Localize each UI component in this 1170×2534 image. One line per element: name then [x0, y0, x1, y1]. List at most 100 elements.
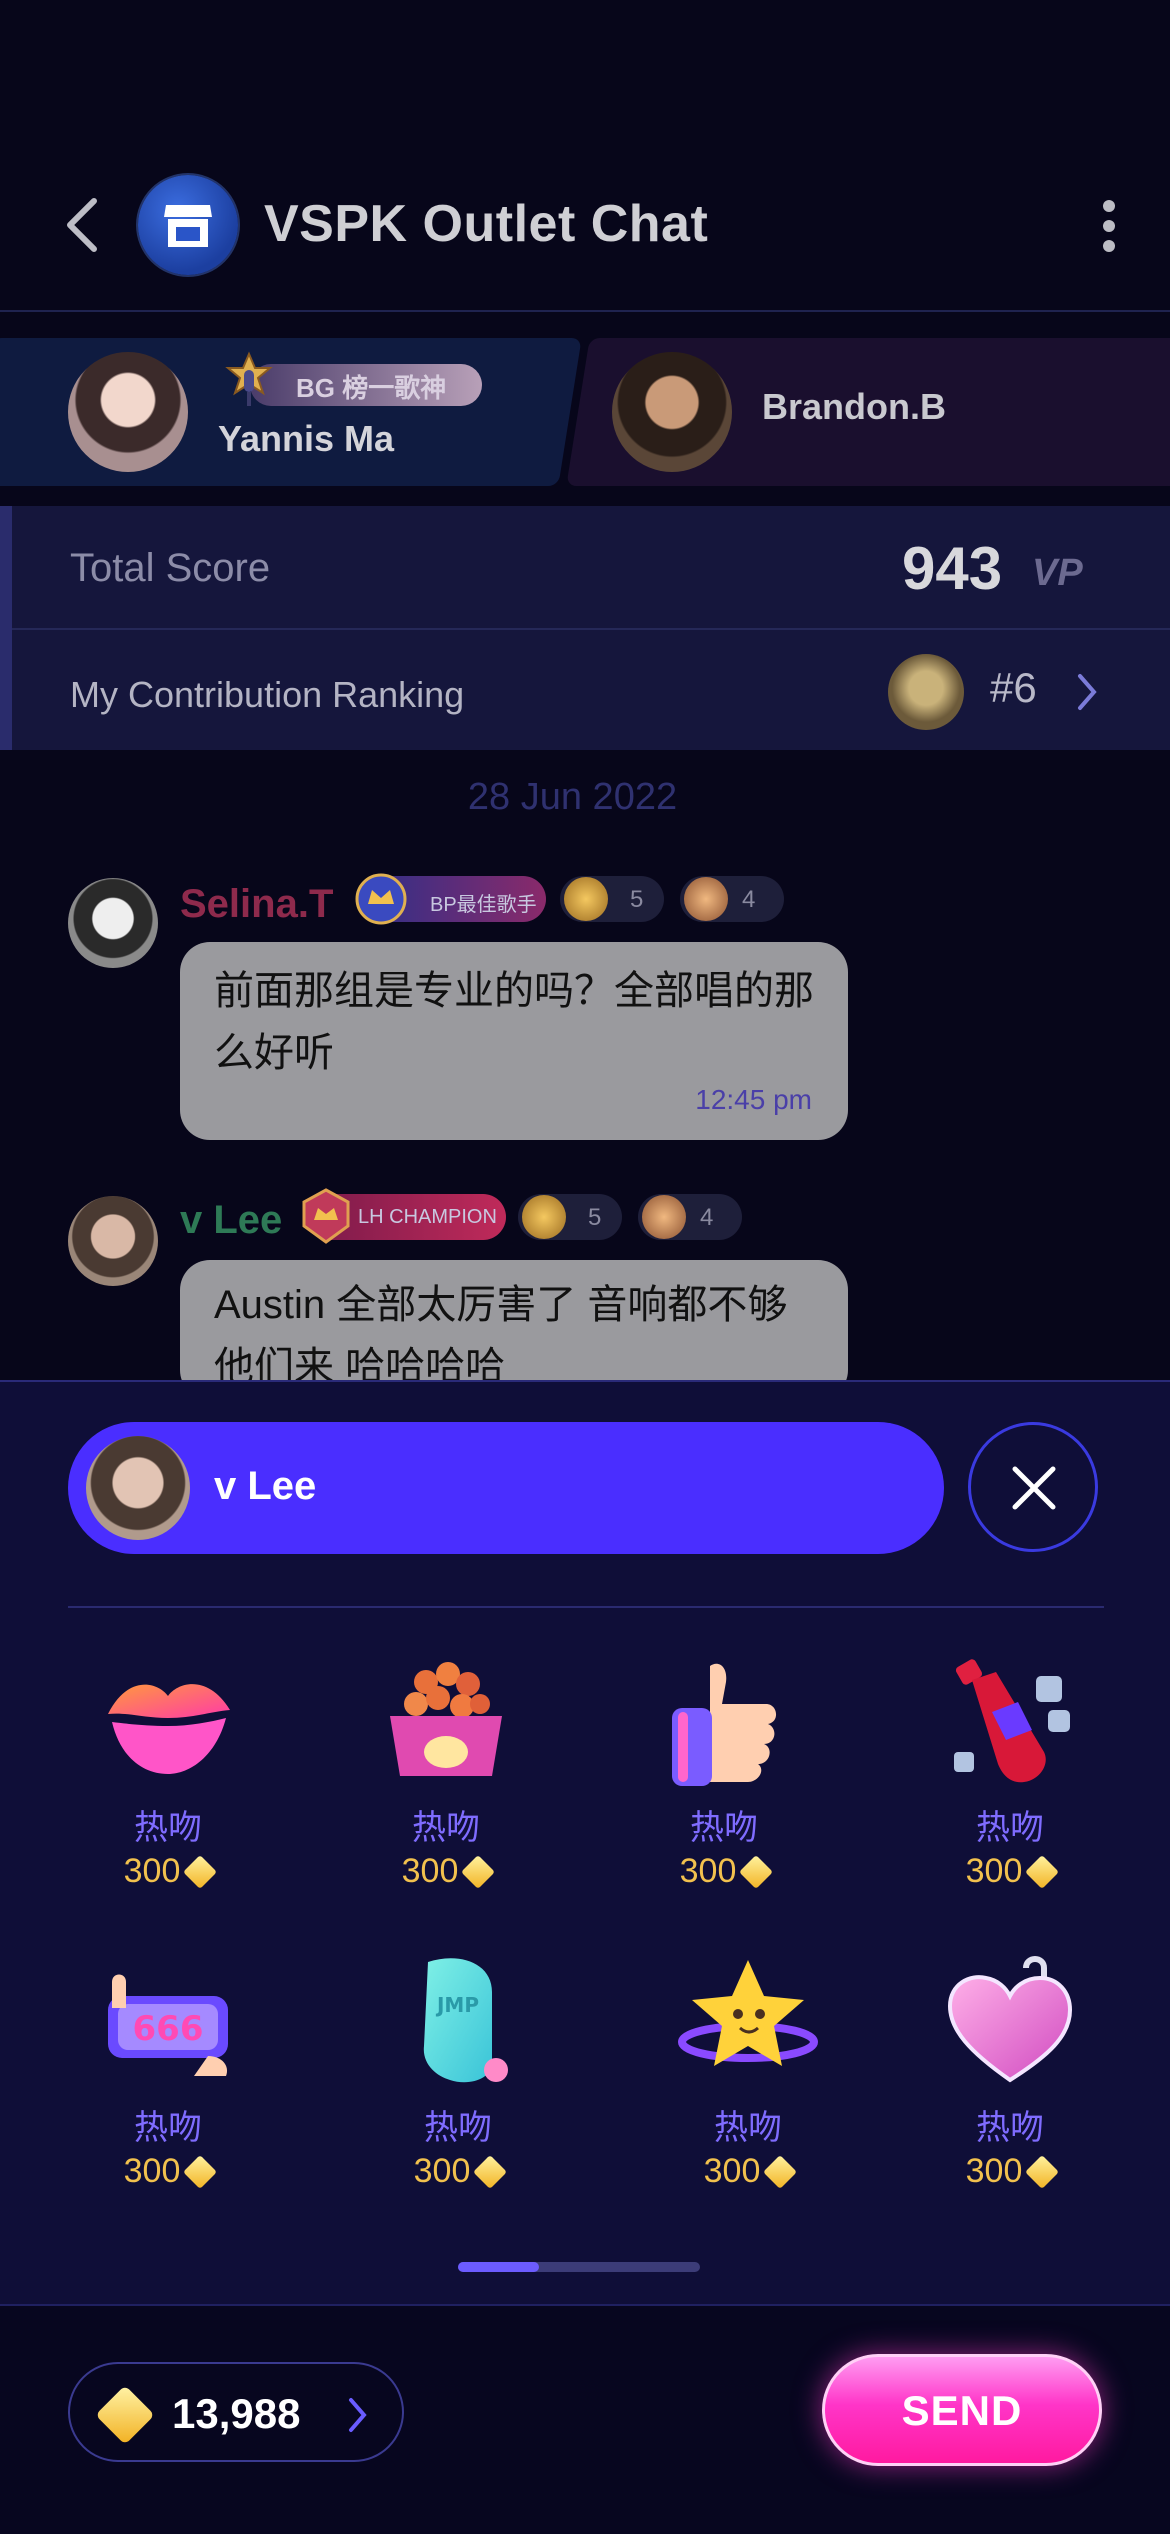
diamond-icon	[183, 2155, 218, 2189]
panel-divider	[68, 1606, 1104, 1608]
medal-icon	[564, 877, 608, 921]
phone-666-icon: 666	[108, 1974, 228, 2076]
message-text: 前面那组是专业的吗？全部唱的那么好听	[214, 969, 814, 1075]
gift-name: 热吻	[412, 1809, 480, 1847]
message-bubble[interactable]: Austin 全部太厉害了 音响都不够他们来 哈哈哈哈	[180, 1260, 848, 1400]
diamond-icon	[739, 1855, 774, 1889]
sender-badge-label: LH CHAMPION	[358, 1206, 497, 1228]
chevron-right-icon	[349, 2398, 367, 2432]
page-title: VSPK Outlet Chat	[264, 195, 709, 253]
gift-name: 热吻	[424, 2109, 492, 2147]
food-bowl-icon	[390, 1662, 502, 1776]
level-badge: 4	[680, 876, 784, 922]
gift-item[interactable]: 热吻 300	[68, 1652, 268, 1932]
gift-price: 300	[346, 1852, 546, 1891]
diamond-icon	[461, 1855, 496, 1889]
balance-value: 13,988	[172, 2390, 301, 2437]
diamond-icon	[763, 2155, 798, 2189]
message-bubble[interactable]: 前面那组是专业的吗？全部唱的那么好听 12:45 pm	[180, 942, 848, 1140]
gift-price: 300	[68, 1852, 268, 1891]
more-options-button[interactable]	[1095, 200, 1123, 254]
contribution-ranking-row[interactable]: My Contribution Ranking #6	[0, 630, 1170, 750]
chat-date: 28 Jun 2022	[467, 776, 678, 818]
chevron-right-icon	[1078, 674, 1097, 710]
contestant-avatar[interactable]	[68, 352, 188, 472]
avatar	[888, 654, 964, 730]
svg-text:666: 666	[133, 2009, 204, 2049]
page-indicator-fill	[458, 2262, 539, 2272]
sender-name[interactable]: v Lee	[180, 1198, 282, 1243]
level-value: 4	[700, 1204, 714, 1231]
ranking-value: #6	[990, 664, 1037, 711]
contestant-name: Yannis Ma	[218, 418, 395, 459]
more-dot-icon	[1103, 200, 1115, 212]
contestant-avatar[interactable]	[612, 352, 732, 472]
score-unit: VP	[1032, 552, 1083, 594]
sender-name[interactable]: Selina.T	[180, 882, 333, 927]
gift-name: 热吻	[690, 1809, 758, 1847]
soda-bottle-icon	[954, 1659, 1070, 1783]
contestant-badge-label: BG 榜一歌神	[296, 373, 447, 403]
balance-button[interactable]: 13,988	[68, 2362, 404, 2462]
lips-icon	[108, 1684, 230, 1774]
header-divider	[0, 310, 1170, 312]
gift-price: 300	[358, 2152, 558, 2191]
back-button[interactable]	[58, 195, 108, 255]
gift-price: 300	[910, 1852, 1110, 1891]
crown-badge-icon	[355, 873, 407, 925]
svg-text:JMP: JMP	[435, 1993, 479, 2017]
avatar[interactable]	[68, 878, 158, 968]
gift-item[interactable]: 热吻 300	[346, 1652, 546, 1932]
gift-item[interactable]: 666 热吻 300	[68, 1952, 268, 2232]
medal-icon	[642, 1195, 686, 1239]
gift-item[interactable]: JMP 热吻 300	[358, 1952, 558, 2232]
thumbs-up-icon	[672, 1663, 777, 1786]
diamond-icon	[1025, 1855, 1060, 1889]
level-badge: 4	[638, 1194, 742, 1240]
store-icon	[164, 205, 212, 247]
medal-icon	[522, 1195, 566, 1239]
diamond-icon	[183, 1855, 218, 1889]
ranking-label: My Contribution Ranking	[70, 674, 465, 715]
level-value: 5	[630, 886, 644, 913]
more-dot-icon	[1103, 220, 1115, 232]
level-value: 5	[588, 1204, 602, 1231]
level-badge: 5	[518, 1194, 622, 1240]
gift-price: 300	[624, 1852, 824, 1891]
gift-price: 300	[910, 2152, 1110, 2191]
total-score-label: Total Score	[70, 546, 271, 590]
avatar	[86, 1436, 190, 1540]
total-score-row: Total Score 943 VP	[0, 506, 1170, 628]
gift-recipient-selector[interactable]: v Lee	[68, 1422, 944, 1554]
gift-name: 热吻	[976, 2109, 1044, 2147]
gift-panel: v Lee 热吻 300 热吻 300 热吻 300 热吻 300 666 热吻…	[0, 1380, 1170, 2534]
heart-lock-icon	[947, 1956, 1073, 2083]
total-score-value: 943	[902, 535, 1003, 602]
level-value: 4	[742, 886, 756, 913]
microphone-badge-icon	[225, 351, 273, 406]
gift-item[interactable]: 热吻 300	[624, 1652, 824, 1932]
gift-price: 300	[648, 2152, 848, 2191]
gift-name: 热吻	[714, 2109, 782, 2147]
gift-item[interactable]: 热吻 300	[648, 1952, 848, 2232]
gift-name: 热吻	[134, 1809, 202, 1847]
contestant-name: Brandon.B	[762, 386, 946, 427]
gift-footer: 13,988 SEND	[0, 2306, 1170, 2534]
medal-icon	[684, 877, 728, 921]
gift-item[interactable]: 热吻 300	[910, 1652, 1110, 1932]
avatar[interactable]	[68, 1196, 158, 1286]
diamond-icon	[95, 2385, 155, 2445]
page-indicator	[458, 2262, 700, 2272]
recipient-name: v Lee	[214, 1464, 317, 1508]
gift-item[interactable]: 热吻 300	[910, 1952, 1110, 2232]
more-dot-icon	[1103, 240, 1115, 252]
send-button[interactable]: SEND	[822, 2354, 1102, 2466]
level-badge: 5	[560, 876, 664, 922]
gift-price: 300	[68, 2152, 268, 2191]
sender-badge-label: BP最佳歌手	[430, 894, 537, 916]
diamond-icon	[1025, 2155, 1060, 2189]
jelly-icon: JMP	[423, 1958, 508, 2083]
store-avatar[interactable]	[138, 175, 238, 275]
close-button[interactable]	[968, 1422, 1098, 1552]
message-text: Austin 全部太厉害了 音响都不够他们来 哈哈哈哈	[214, 1283, 788, 1386]
